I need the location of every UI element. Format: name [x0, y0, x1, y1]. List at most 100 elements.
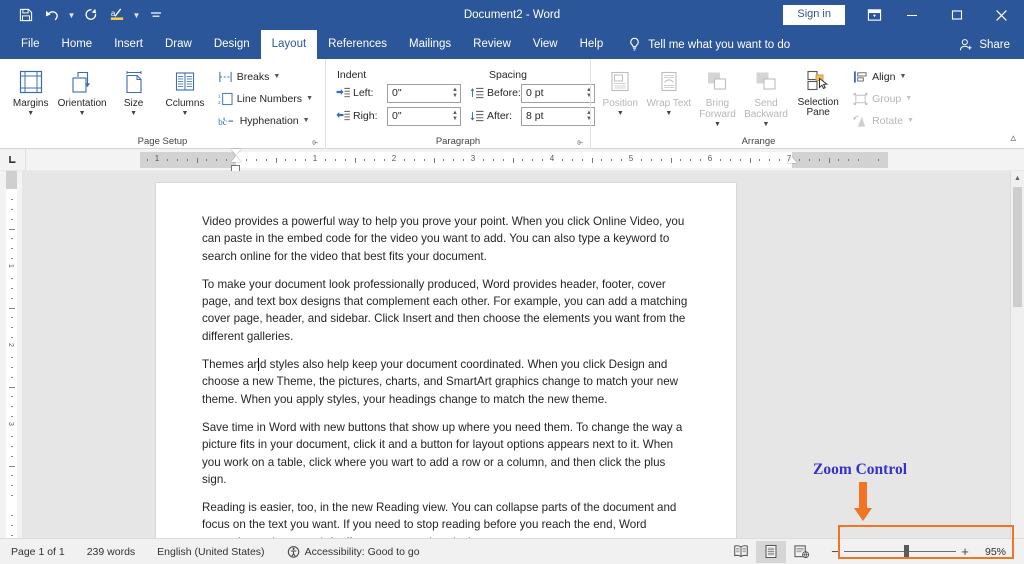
maximize-button[interactable]	[934, 0, 979, 30]
scroll-up-arrow-icon[interactable]: ▲	[1011, 171, 1024, 185]
orientation-button[interactable]: Orientation ▼	[56, 63, 107, 134]
tab-stop-selector[interactable]	[0, 148, 26, 171]
align-dropdown-caret-icon[interactable]: ▼	[899, 73, 906, 80]
zoom-in-button[interactable]: +	[956, 544, 974, 559]
orientation-label: Orientation	[57, 98, 107, 109]
share-button[interactable]: Share	[959, 30, 1010, 59]
draw-dropdown-caret-icon[interactable]: ▼	[131, 4, 142, 26]
spacing-header: Spacing	[489, 68, 527, 81]
arrange-group-label-text: Arrange	[741, 136, 776, 147]
indent-left-input[interactable]: 0" ▲ ▼	[387, 83, 461, 103]
line-numbers-dropdown-caret-icon[interactable]: ▼	[306, 95, 313, 102]
vertical-scrollbar[interactable]: ▲	[1010, 171, 1024, 538]
hyphenation-dropdown-caret-icon[interactable]: ▼	[303, 117, 310, 124]
page-setup-dialog-launcher[interactable]: ⌱	[310, 138, 320, 148]
undo-dropdown-caret-icon[interactable]: ▼	[66, 4, 77, 26]
collapse-ribbon-button[interactable]: ▵	[1010, 131, 1016, 144]
ribbon-display-options-icon[interactable]	[859, 0, 889, 30]
zoom-out-button[interactable]: −	[826, 544, 844, 559]
customize-quick-access-toolbar-icon[interactable]	[144, 4, 168, 26]
tab-layout[interactable]: Layout	[260, 30, 318, 59]
margins-button[interactable]: Margins ▼	[5, 63, 56, 134]
tab-help[interactable]: Help	[569, 30, 615, 59]
tab-mailings[interactable]: Mailings	[398, 30, 462, 59]
sign-in-button[interactable]: Sign in	[783, 5, 845, 25]
right-indent-marker[interactable]	[787, 157, 797, 163]
draw-highlight-icon[interactable]: a	[105, 4, 129, 26]
columns-dropdown-caret-icon[interactable]: ▼	[182, 109, 189, 118]
zoom-control[interactable]: − + 95%	[816, 539, 1016, 564]
line-numbers-button[interactable]: 12 Line Numbers ▼	[215, 88, 316, 110]
redo-icon[interactable]	[79, 4, 103, 26]
selection-pane-button[interactable]: Selection Pane	[790, 63, 846, 134]
tab-draw[interactable]: Draw	[154, 30, 203, 59]
margins-dropdown-caret-icon[interactable]: ▼	[27, 109, 34, 118]
read-mode-button[interactable]	[726, 541, 756, 563]
wrap-text-icon	[657, 66, 681, 98]
indent-left-row: Left: 0" ▲ ▼	[335, 83, 461, 104]
close-button[interactable]	[979, 0, 1024, 30]
size-dropdown-caret-icon[interactable]: ▼	[130, 109, 137, 118]
columns-button[interactable]: Cclumns ▼	[159, 63, 210, 134]
zoom-slider[interactable]	[844, 539, 956, 564]
rotate-button[interactable]: Rotate ▼	[850, 110, 917, 132]
hyphenation-button[interactable]: bc a Hyphenation ▼	[215, 110, 316, 132]
ribbon: Margins ▼ Orientation ▼ Size ▼ Cclumns ▼…	[0, 59, 1024, 149]
orientation-dropdown-caret-icon[interactable]: ▼	[79, 109, 86, 118]
document-canvas[interactable]: Video provides a powerful way to help yo…	[22, 171, 1024, 538]
horizontal-ruler[interactable]: 11234567	[140, 149, 888, 172]
bring-forward-button[interactable]: Bring Forward ▼	[693, 63, 742, 134]
tab-home[interactable]: Home	[51, 30, 104, 59]
align-button[interactable]: Align ▼	[850, 66, 917, 88]
rotate-dropdown-caret-icon[interactable]: ▼	[907, 117, 914, 124]
hyphenation-label: Hyphenation	[239, 114, 299, 127]
tell-me-search[interactable]: Tell me what you want to do	[628, 30, 790, 59]
indent-fields: Indent Left: 0" ▲ ▼ Righ: 0" ▲ ▼	[331, 63, 465, 134]
language-indicator[interactable]: English (United States)	[146, 539, 275, 564]
page-indicator[interactable]: Page 1 of 1	[0, 539, 76, 564]
group-dropdown-caret-icon[interactable]: ▼	[905, 95, 912, 102]
position-dropdown-caret-icon[interactable]: ▼	[617, 109, 624, 118]
send-backward-dropdown-caret-icon[interactable]: ▼	[763, 120, 770, 129]
zoom-slider-thumb[interactable]	[904, 544, 909, 559]
tab-design[interactable]: Design	[203, 30, 261, 59]
paragraph-1: Video provides a powerful way to help yo…	[202, 215, 685, 263]
group-button[interactable]: Group ▼	[850, 88, 917, 110]
tab-insert[interactable]: Insert	[103, 30, 154, 59]
indent-right-input[interactable]: 0" ▲ ▼	[387, 106, 461, 126]
accessibility-status[interactable]: Accessibility: Good to go	[276, 539, 431, 564]
indent-right-icon	[335, 110, 351, 122]
minimize-button[interactable]	[889, 0, 934, 30]
bring-forward-dropdown-caret-icon[interactable]: ▼	[714, 120, 721, 129]
size-button[interactable]: Size ▼	[108, 63, 159, 134]
indent-left-label: Left:	[353, 87, 374, 99]
first-line-indent-marker[interactable]	[231, 149, 241, 155]
indent-left-spinner[interactable]: ▲ ▼	[452, 85, 458, 102]
scrollbar-thumb[interactable]	[1013, 187, 1022, 307]
tab-review[interactable]: Review	[462, 30, 522, 59]
position-button[interactable]: Position ▼	[596, 63, 645, 134]
web-layout-button[interactable]	[786, 541, 816, 563]
undo-icon[interactable]	[40, 4, 64, 26]
indent-right-spinner[interactable]: ▲ ▼	[452, 108, 458, 125]
zoom-percentage[interactable]: 95%	[974, 546, 1010, 558]
tab-file[interactable]: File	[10, 30, 51, 59]
document-page[interactable]: Video provides a powerful way to help yo…	[156, 183, 736, 538]
hanging-indent-marker[interactable]	[231, 156, 241, 162]
tab-view[interactable]: View	[522, 30, 569, 59]
status-bar-right: − + 95%	[726, 539, 1024, 564]
tab-references[interactable]: References	[317, 30, 398, 59]
save-icon[interactable]	[14, 4, 38, 26]
send-backward-button[interactable]: Send Backward ▼	[742, 63, 791, 134]
breaks-button[interactable]: Breaks ▼	[215, 66, 316, 88]
paragraph-dialog-launcher[interactable]: ⌱	[575, 138, 585, 148]
print-layout-button[interactable]	[756, 540, 786, 563]
spacing-after-value: 8 pt	[526, 110, 544, 122]
breaks-dropdown-caret-icon[interactable]: ▼	[273, 73, 280, 80]
spacing-after-input[interactable]: 8 pt ▲ ▼	[521, 106, 595, 126]
vertical-ruler[interactable]: 123	[0, 171, 22, 538]
wrap-text-button[interactable]: Wrap Text ▼	[645, 63, 694, 134]
spacing-before-input[interactable]: 0 pt ▲ ▼	[521, 83, 595, 103]
wrap-text-dropdown-caret-icon[interactable]: ▼	[665, 109, 672, 118]
word-count[interactable]: 239 words	[76, 539, 146, 564]
